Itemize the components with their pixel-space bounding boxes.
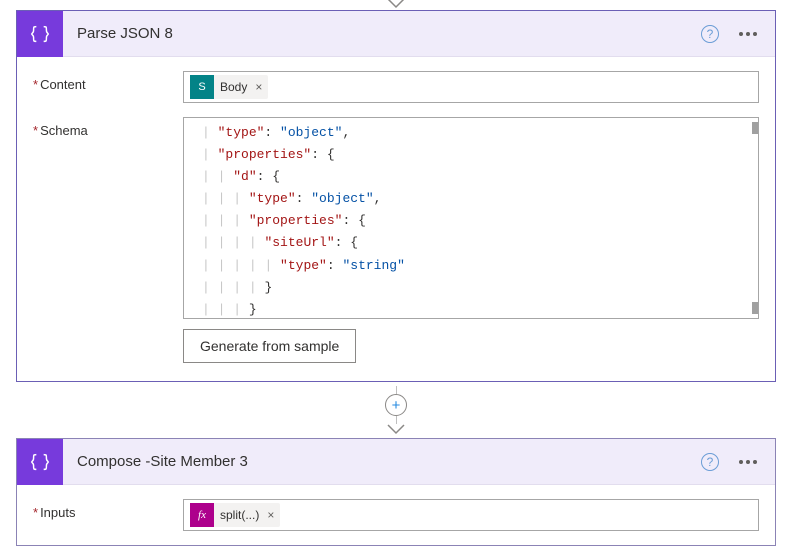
card-title: Compose -Site Member 3: [63, 453, 701, 470]
scrollbar-handle[interactable]: [752, 122, 758, 134]
card-header[interactable]: Compose -Site Member 3 ?: [17, 439, 775, 485]
more-menu-button[interactable]: [735, 456, 761, 468]
add-step-connector: +: [16, 386, 776, 436]
inputs-label: *Inputs: [33, 499, 183, 520]
help-icon[interactable]: ?: [701, 453, 719, 471]
parse-json-card: Parse JSON 8 ? *Content S Body × *Schema: [16, 10, 776, 382]
generate-from-sample-button[interactable]: Generate from sample: [183, 329, 356, 363]
token-label: Body: [220, 80, 247, 94]
sharepoint-icon: S: [190, 75, 214, 99]
connector-arrow: [16, 0, 776, 10]
fx-icon: fx: [190, 503, 214, 527]
inputs-input[interactable]: fx split(...) ×: [183, 499, 759, 531]
card-title: Parse JSON 8: [63, 25, 701, 42]
schema-editor[interactable]: | "type": "object", | "properties": { | …: [183, 117, 759, 319]
add-step-button[interactable]: +: [385, 394, 407, 416]
more-menu-button[interactable]: [735, 28, 761, 40]
token-remove-icon[interactable]: ×: [265, 508, 274, 522]
data-operation-icon: [17, 11, 63, 57]
data-operation-icon: [17, 439, 63, 485]
schema-label: *Schema: [33, 117, 183, 138]
card-header[interactable]: Parse JSON 8 ?: [17, 11, 775, 57]
token-label: split(...): [220, 508, 259, 522]
content-label: *Content: [33, 71, 183, 92]
help-icon[interactable]: ?: [701, 25, 719, 43]
connector-arrow: [387, 424, 405, 436]
content-input[interactable]: S Body ×: [183, 71, 759, 103]
scrollbar-handle[interactable]: [752, 302, 758, 314]
content-token[interactable]: S Body ×: [190, 75, 268, 99]
token-remove-icon[interactable]: ×: [253, 80, 262, 94]
inputs-token[interactable]: fx split(...) ×: [190, 503, 280, 527]
